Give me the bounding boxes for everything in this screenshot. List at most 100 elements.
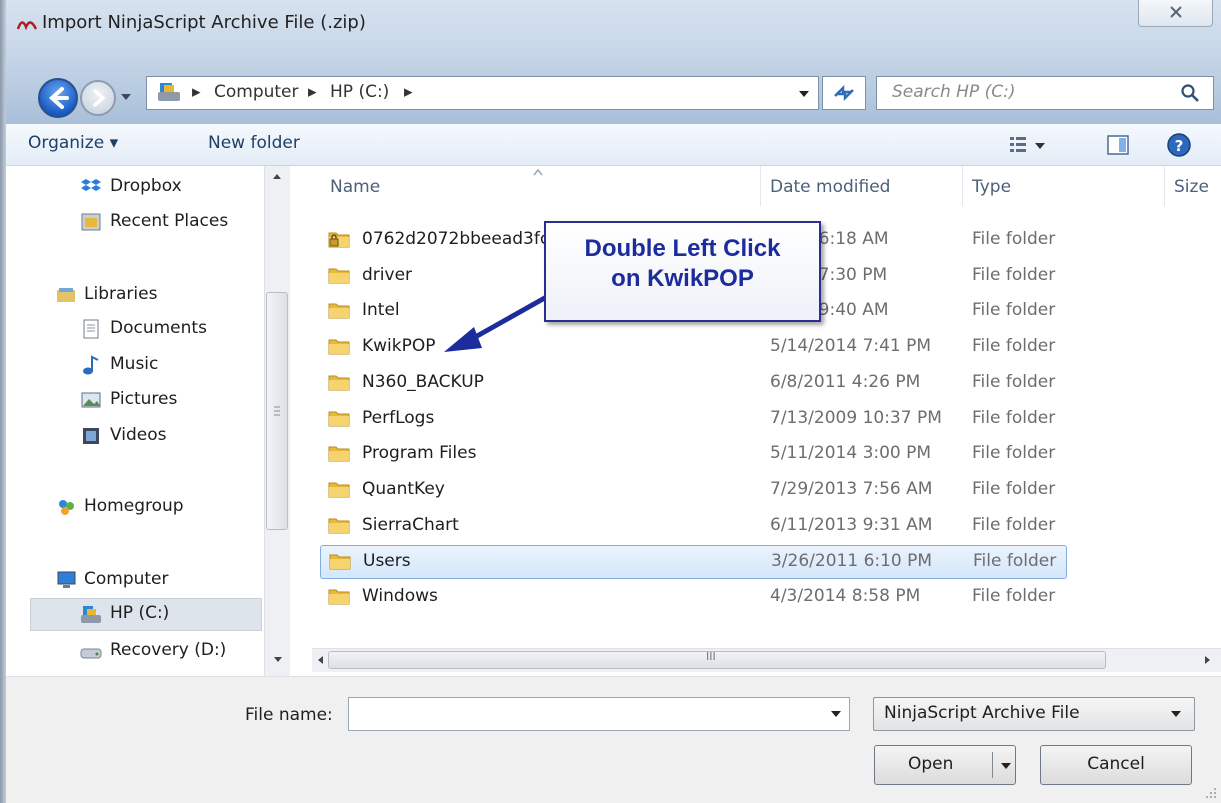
folder-icon xyxy=(328,411,350,426)
svg-text:?: ? xyxy=(1175,137,1184,155)
file-name: KwikPOP xyxy=(362,336,436,357)
scroll-left-arrow-icon[interactable] xyxy=(314,652,328,668)
file-row[interactable]: SierraChart 6/11/2013 9:31 AM File folder xyxy=(320,510,1065,542)
preview-pane-icon[interactable] xyxy=(1106,134,1130,156)
file-type-dropdown[interactable] xyxy=(1170,710,1182,718)
breadcrumb-computer[interactable]: Computer xyxy=(214,82,299,102)
file-name: Windows xyxy=(362,586,438,606)
forward-arrow-icon xyxy=(93,89,106,107)
open-options-dropdown[interactable] xyxy=(1000,762,1012,770)
file-row[interactable]: Users 3/26/2011 6:10 PM File folder xyxy=(320,545,1067,580)
file-row[interactable]: Windows 4/3/2014 8:58 PM File folder xyxy=(320,581,1065,613)
file-row[interactable]: Program Files 5/11/2014 3:00 PM File folde… xyxy=(320,438,1065,470)
folder-icon xyxy=(328,375,350,391)
dialog-footer xyxy=(6,676,1221,803)
close-button[interactable] xyxy=(1138,0,1213,27)
horizontal-scroll-thumb[interactable]: III xyxy=(328,650,1106,669)
folder-icon xyxy=(328,303,350,319)
file-name: N360_BACKUP xyxy=(362,371,484,392)
file-type: File folder xyxy=(972,478,1056,499)
homegroup-icon xyxy=(59,500,74,515)
sort-ascending-icon xyxy=(533,168,543,176)
chevron-down-icon xyxy=(1171,711,1181,717)
column-header-size[interactable]: Size xyxy=(1174,177,1209,197)
refresh-button[interactable] xyxy=(822,76,866,110)
drive-icon xyxy=(156,80,182,104)
file-row[interactable]: PerfLogs 7/13/2009 10:37 PM File folder xyxy=(320,403,1065,435)
breadcrumb-separator[interactable]: ▸ xyxy=(404,82,413,102)
file-date-modified: 4/3/2014 8:58 PM xyxy=(770,586,921,606)
column-header-name[interactable]: Name xyxy=(330,177,380,197)
file-name: Program Files xyxy=(362,443,477,464)
file-row[interactable]: QuantKey 7/29/2013 7:56 AM File folder xyxy=(320,474,1065,506)
resize-grip-icon[interactable] xyxy=(1204,786,1218,800)
scroll-down-arrow-icon[interactable] xyxy=(266,650,290,670)
breadcrumb-separator[interactable]: ▸ xyxy=(192,82,201,102)
file-type: File folder xyxy=(972,264,1056,285)
back-arrow-icon xyxy=(49,87,69,109)
file-name: SierraChart xyxy=(362,514,459,535)
nav-scroll-thumb[interactable] xyxy=(266,292,288,530)
chevron-down-icon xyxy=(831,711,841,717)
scroll-grip: III xyxy=(706,650,716,663)
new-folder-button[interactable]: New folder xyxy=(208,133,300,153)
back-button[interactable] xyxy=(38,78,78,118)
folder-icon xyxy=(329,554,351,570)
recent-places-icon xyxy=(81,213,101,231)
file-type: File folder xyxy=(973,551,1057,572)
forward-button[interactable] xyxy=(80,80,116,116)
file-name-dropdown[interactable] xyxy=(830,710,842,718)
open-split-divider xyxy=(992,752,993,778)
libraries-icon xyxy=(57,288,75,302)
scroll-grip-icon xyxy=(274,406,280,416)
folder-icon xyxy=(328,518,350,534)
breadcrumb-separator[interactable]: ▸ xyxy=(308,82,317,102)
column-header-date[interactable]: Date modified xyxy=(770,177,890,197)
file-name: QuantKey xyxy=(362,478,445,499)
callout-line-2: on KwikPOP xyxy=(611,265,754,292)
search-placeholder: Search HP (C:) xyxy=(892,82,1016,102)
file-name: Users xyxy=(363,551,411,572)
breadcrumb-hp-c[interactable]: HP (C:) xyxy=(330,82,389,102)
ninjatrader-logo-icon xyxy=(16,15,38,33)
file-date-modified: 5/11/2014 3:00 PM xyxy=(770,443,932,464)
dropbox-icon xyxy=(81,179,101,191)
close-icon xyxy=(1169,6,1182,18)
refresh-icon xyxy=(834,84,854,102)
file-date-modified: 6/11/2013 9:31 AM xyxy=(770,514,933,535)
help-icon[interactable]: ? xyxy=(1166,132,1192,158)
organize-button[interactable]: Organize ▾ xyxy=(28,133,118,153)
file-name: PerfLogs xyxy=(362,407,435,428)
open-button-label: Open xyxy=(908,754,954,774)
documents-icon xyxy=(83,319,99,339)
file-row[interactable]: N360_BACKUP 6/8/2011 4:26 PM File folder xyxy=(320,367,1065,399)
file-type: File folder xyxy=(972,371,1056,392)
column-header-type[interactable]: Type xyxy=(972,177,1011,197)
scroll-right-arrow-icon[interactable] xyxy=(1200,652,1214,668)
file-type: File folder xyxy=(972,300,1056,321)
column-separator[interactable] xyxy=(1164,166,1165,206)
music-icon xyxy=(83,355,99,375)
folder-icon xyxy=(328,482,350,498)
search-icon[interactable] xyxy=(1180,83,1200,103)
file-type-selected: NinjaScript Archive File xyxy=(884,703,1080,723)
column-separator[interactable] xyxy=(962,166,963,206)
folder-icon xyxy=(328,339,350,355)
column-separator[interactable] xyxy=(760,166,761,206)
file-type: File folder xyxy=(972,586,1056,606)
callout-text: Double Left Click on KwikPOP xyxy=(544,234,821,294)
pictures-icon xyxy=(81,392,101,408)
file-name-input[interactable] xyxy=(348,697,850,731)
computer-icon xyxy=(57,571,76,588)
cancel-button-label: Cancel xyxy=(1087,754,1145,774)
recent-pages-dropdown[interactable] xyxy=(120,92,132,102)
drive-icon xyxy=(81,606,101,623)
videos-icon xyxy=(83,428,99,444)
file-name: 0762d2072bbeead3fc xyxy=(362,229,550,249)
change-view-icon[interactable] xyxy=(1008,134,1048,156)
file-date-modified: 7/13/2009 10:37 PM xyxy=(770,407,942,428)
callout-arrow xyxy=(444,292,552,352)
file-type: File folder xyxy=(972,443,1056,464)
address-history-dropdown[interactable] xyxy=(798,90,810,98)
file-date-modified: 7/29/2013 7:56 AM xyxy=(770,478,933,499)
